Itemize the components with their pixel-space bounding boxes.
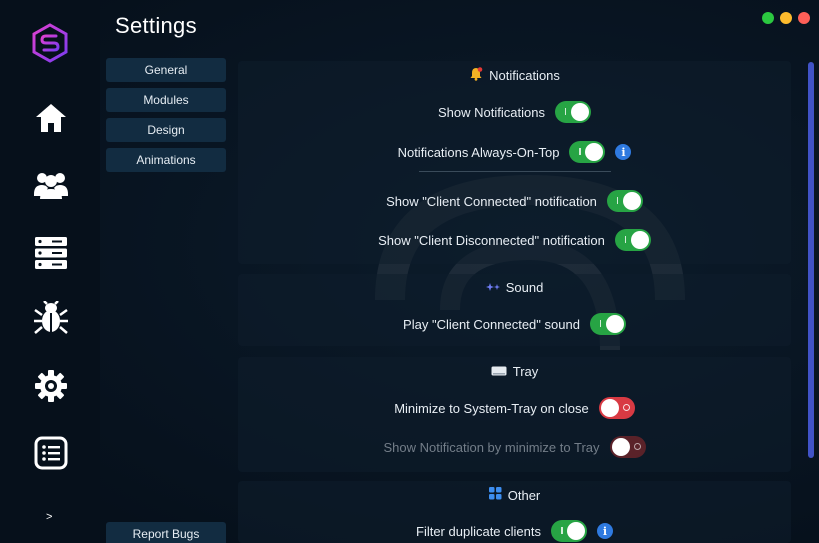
subnav-design[interactable]: Design <box>106 118 226 142</box>
other-title-label: Other <box>507 487 541 503</box>
sound-section: Sound Play "Client Connected" sound <box>238 274 791 346</box>
minimize-to-tray-toggle[interactable] <box>598 397 635 419</box>
setting-label: Notifications Always-On-Top <box>397 144 560 160</box>
setting-label: Minimize to System-Tray on close <box>394 400 589 416</box>
setting-label: Show "Client Connected" notification <box>386 193 597 209</box>
setting-label: Play "Client Connected" sound <box>403 316 580 332</box>
minimize-button[interactable] <box>780 12 792 24</box>
setting-label: Show "Client Disconnected" notification <box>378 232 605 248</box>
setting-label: Show Notification by minimize to Tray <box>383 439 600 455</box>
home-icon[interactable] <box>31 98 71 138</box>
setting-client-connected-sound: Play "Client Connected" sound <box>238 313 791 335</box>
subnav-animations[interactable]: Animations <box>106 148 226 172</box>
info-icon[interactable]: i <box>597 523 613 539</box>
tray-icon <box>491 364 507 379</box>
setting-client-disconnected-notification: Show "Client Disconnected" notification <box>238 229 791 251</box>
server-icon[interactable] <box>31 233 71 273</box>
setting-label: Show Notifications <box>438 104 545 120</box>
subnav-general[interactable]: General <box>106 58 226 82</box>
setting-notifications-always-on-top: Notifications Always-On-Top i <box>238 141 791 163</box>
sound-sparkle-icon <box>485 280 500 295</box>
close-button[interactable] <box>798 12 810 24</box>
setting-client-connected-notification: Show "Client Connected" notification <box>238 190 791 212</box>
filter-duplicate-clients-toggle[interactable] <box>551 520 587 542</box>
tray-section: Tray Minimize to System-Tray on close Sh… <box>238 357 791 472</box>
subnav-modules[interactable]: Modules <box>106 88 226 112</box>
notifications-section-title: Notifications <box>238 67 791 84</box>
notification-minimize-tray-toggle[interactable] <box>609 436 646 458</box>
section-divider <box>419 171 611 172</box>
sound-title-label: Sound <box>505 280 544 295</box>
report-bugs-button[interactable]: Report Bugs <box>106 522 226 543</box>
sidebar: > <box>0 0 100 543</box>
setting-notification-minimize-tray: Show Notification by minimize to Tray <box>238 436 791 458</box>
client-disconnected-notification-toggle[interactable] <box>614 229 651 251</box>
setting-minimize-to-tray: Minimize to System-Tray on close <box>238 397 791 419</box>
info-icon[interactable]: i <box>615 144 632 160</box>
show-notifications-toggle[interactable] <box>554 101 591 123</box>
notifications-title-label: Notifications <box>489 68 560 83</box>
sound-section-title: Sound <box>238 280 791 295</box>
users-icon[interactable] <box>31 165 71 205</box>
grid-icon <box>488 487 502 503</box>
notifications-section: Notifications Show Notifications Notific… <box>238 61 791 264</box>
bell-icon <box>469 67 483 84</box>
client-connected-sound-toggle[interactable] <box>589 313 626 335</box>
tray-section-title: Tray <box>238 364 791 379</box>
page-title: Settings <box>115 13 197 38</box>
maximize-button[interactable] <box>762 12 774 24</box>
other-section: Other Filter duplicate clients i <box>238 481 791 543</box>
tray-title-label: Tray <box>512 364 539 379</box>
always-on-top-toggle[interactable] <box>569 141 606 163</box>
setting-show-notifications: Show Notifications <box>238 101 791 123</box>
scrollbar-thumb[interactable] <box>808 62 814 458</box>
bug-icon[interactable] <box>31 298 71 338</box>
setting-label: Filter duplicate clients <box>416 523 541 539</box>
expand-sidebar-button[interactable]: > <box>46 511 52 523</box>
gear-icon[interactable] <box>31 366 71 406</box>
hexagon-s-logo-icon <box>30 23 70 63</box>
client-connected-notification-toggle[interactable] <box>606 190 643 212</box>
setting-filter-duplicate-clients: Filter duplicate clients i <box>238 520 791 542</box>
list-icon[interactable] <box>31 433 71 473</box>
other-section-title: Other <box>238 487 791 503</box>
